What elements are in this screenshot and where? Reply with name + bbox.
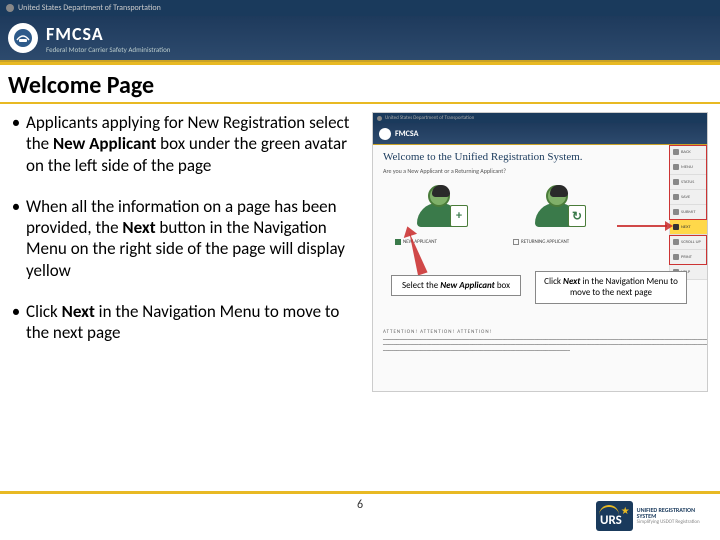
shot-top-bar: United States Department of Transportati… (373, 113, 707, 123)
plus-clipboard-icon: + (450, 205, 468, 227)
star-icon: ★ (621, 504, 630, 517)
avatar-new-icon: + (414, 185, 464, 235)
bullet-text: Applicants applying for New Registration… (26, 112, 366, 176)
fmcsa-logo-icon (8, 23, 38, 53)
urs-full-name: UNIFIED REGISTRATION SYSTEM (637, 507, 706, 520)
screenshot-area: United States Department of Transportati… (366, 112, 714, 392)
bullet-item: • Applicants applying for New Registrati… (6, 112, 366, 176)
avatar-returning-icon: ↻ (532, 185, 582, 235)
shot-logo-icon (379, 128, 391, 140)
callout-next: Click Next in the Navigation Menu to mov… (535, 271, 687, 304)
agency-name: FMCSA (46, 23, 170, 45)
page-number: 6 (357, 498, 363, 512)
seal-icon (6, 4, 14, 12)
applicant-question: Are you a New Applicant or a Returning A… (383, 167, 667, 175)
bullet-dot: • (6, 301, 26, 344)
body-area: • Applicants applying for New Registrati… (0, 104, 720, 392)
page-title: Welcome Page (0, 65, 720, 104)
welcome-heading: Welcome to the Unified Registration Syst… (383, 151, 667, 163)
bullet-text: When all the information on a page has b… (26, 196, 366, 281)
return-arrow-icon: ↻ (568, 205, 586, 227)
urs-mark-icon: ★ URS (596, 501, 633, 531)
shot-header: FMCSA (373, 123, 707, 145)
callout-arrow-2 (617, 225, 667, 227)
gov-top-bar: United States Department of Transportati… (0, 0, 720, 16)
bullet-list: • Applicants applying for New Registrati… (6, 112, 366, 392)
urs-screenshot: United States Department of Transportati… (372, 112, 708, 392)
footer-divider (0, 491, 720, 494)
agency-subtitle: Federal Motor Carrier Safety Administrat… (46, 45, 170, 54)
bullet-dot: • (6, 112, 26, 176)
urs-footer-logo: ★ URS UNIFIED REGISTRATION SYSTEM Simpli… (596, 496, 706, 536)
shot-main: Welcome to the Unified Registration Syst… (373, 145, 707, 255)
bullet-text: Click Next in the Navigation Menu to mov… (26, 301, 366, 344)
bullet-item: • When all the information on a page has… (6, 196, 366, 281)
dept-name: United States Department of Transportati… (18, 3, 161, 13)
agency-header: FMCSA Federal Motor Carrier Safety Admin… (0, 16, 720, 62)
attention-block: ATTENTION! ATTENTION! ATTENTION! ━━━━━━━… (383, 329, 663, 355)
bullet-dot: • (6, 196, 26, 281)
returning-applicant-box[interactable]: ↻ RETURNING APPLICANT (507, 185, 607, 245)
callout-new-applicant: Select the New Applicant box (391, 275, 521, 296)
urs-tagline: Simplifying USDOT Registration (637, 520, 706, 526)
bullet-item: • Click Next in the Navigation Menu to m… (6, 301, 366, 344)
